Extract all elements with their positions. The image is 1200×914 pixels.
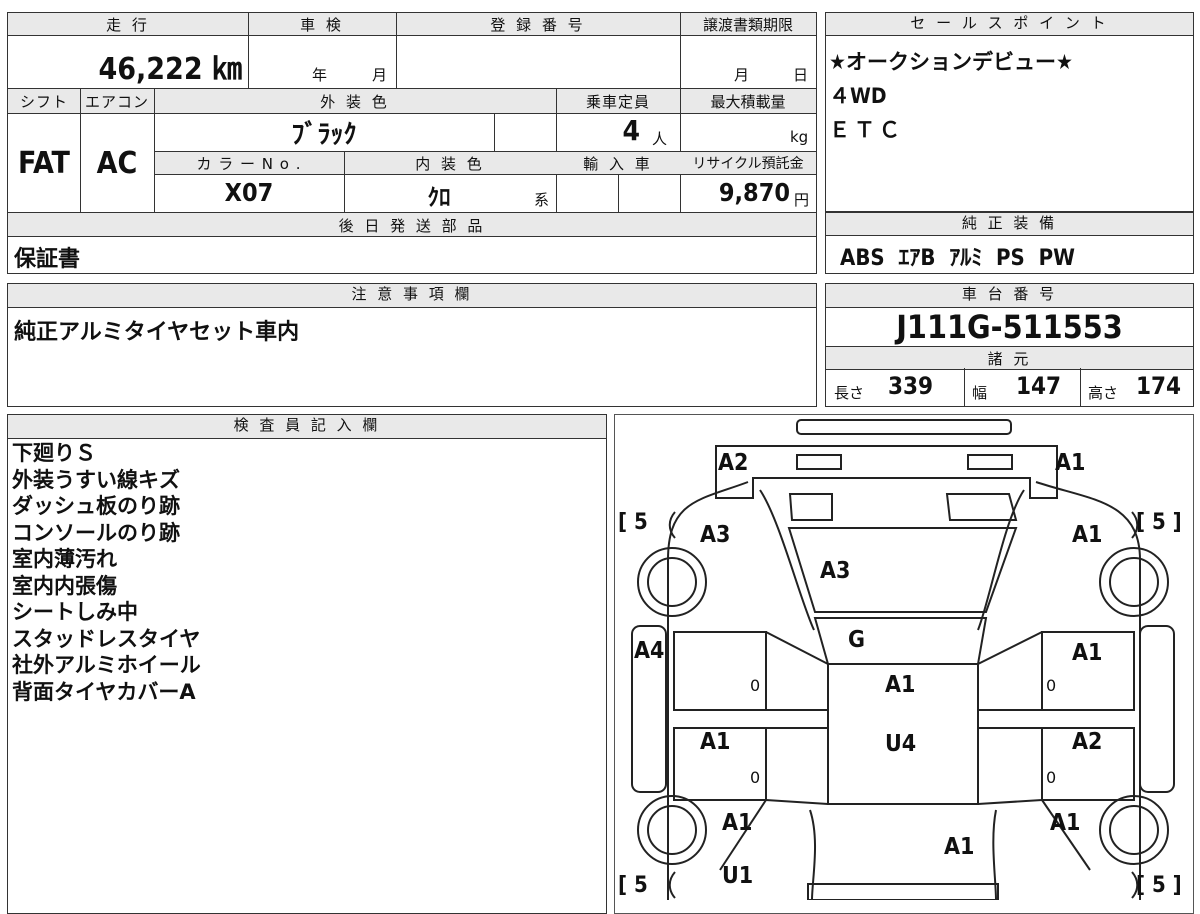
- color-no-value: X07: [224, 178, 274, 207]
- height-label: 高さ: [1088, 384, 1119, 402]
- inspector-notes: 下廻りＳ 外装うすい線キズ ダッシュ板のり跡 コンソールのり跡 室内薄汚れ 室内…: [12, 440, 201, 705]
- mark-left-front-fender: A1: [722, 810, 753, 836]
- interior-color-value: ｸﾛ: [427, 185, 451, 211]
- chassis-number: J111G-511553: [896, 308, 1123, 346]
- mark-left-under: U1: [722, 863, 754, 889]
- sales-point-label: セ ー ル ス ポ イ ン ト: [826, 13, 1193, 36]
- inspector-note: シートしみ中: [12, 600, 138, 624]
- door-zero-lr: 0: [750, 676, 761, 695]
- capacity-unit: 人: [652, 130, 668, 148]
- caution-value: 純正アルミタイヤセット車内: [14, 320, 300, 345]
- equipment-label: 純 正 装 備: [826, 213, 1193, 236]
- inspector-note: 下廻りＳ: [12, 441, 96, 465]
- shift-label: シフト: [19, 93, 68, 111]
- shift-value: FAT: [18, 146, 70, 181]
- transfer-day: 日: [793, 66, 809, 84]
- inspector-note: スタッドレスタイヤ: [12, 626, 201, 651]
- inspector-note: 社外アルミホイール: [12, 653, 201, 677]
- inspector-label: 検 査 員 記 入 欄: [8, 415, 606, 439]
- mark-rear-glass: A3: [820, 558, 851, 584]
- width-value: 147: [1016, 372, 1062, 400]
- chassis-label: 車 台 番 号: [826, 284, 1193, 308]
- sales-point-3: ＥＴＣ: [829, 118, 904, 142]
- inspector-note: 外装うすい線キズ: [12, 467, 180, 492]
- recycle-deposit-value: 9,870: [718, 178, 790, 207]
- mark-rear-right: A1: [1055, 450, 1086, 476]
- spec-label: 諸 元: [987, 350, 1032, 368]
- recycle-deposit-label: リサイクル預託金: [692, 156, 804, 172]
- inspector-note: 室内内張傷: [12, 573, 117, 598]
- shaken-year: 年: [312, 66, 328, 84]
- door-zero-rr: 0: [1046, 676, 1057, 695]
- mark-right-front-fender: A1: [1050, 810, 1081, 836]
- later-parts-label: 後 日 発 送 部 品: [338, 217, 486, 235]
- inspector-note: 室内薄汚れ: [12, 547, 117, 571]
- mark-right-rear-door: A1: [1072, 640, 1103, 666]
- mark-rear-left-quarter: A3: [700, 522, 731, 548]
- sales-point-1: ★オークションデビュー★: [829, 50, 1073, 74]
- transfer-month: 月: [734, 66, 750, 84]
- shaken-label: 車 検: [300, 16, 344, 34]
- door-zero-rf: 0: [1046, 768, 1057, 787]
- import-label: 輸 入 車: [583, 155, 653, 173]
- max-load-unit: kg: [790, 128, 809, 146]
- recycle-deposit-unit: 円: [794, 191, 810, 209]
- length-label: 長さ: [834, 384, 865, 402]
- exterior-color-value: ﾌﾞﾗｯｸ: [291, 120, 357, 150]
- mark-right-front-door: A2: [1072, 729, 1103, 755]
- mark-floor: U4: [885, 731, 917, 757]
- tire-bottom-left: [ 5: [618, 873, 648, 898]
- mark-roof: A1: [885, 672, 916, 698]
- mark-roof-rear: G: [848, 627, 865, 653]
- equipment-value: ABS ｴｱB ｱﾙﾐ PS PW: [840, 246, 1075, 271]
- interior-color-suffix: 系: [534, 191, 550, 209]
- sales-point-panel: [825, 12, 1194, 212]
- aircon-value: AC: [96, 146, 138, 181]
- tire-top-left: [ 5: [618, 510, 648, 535]
- max-load-label: 最大積載量: [710, 93, 786, 111]
- tire-top-right: [ 5 ]: [1136, 510, 1182, 535]
- length-value: 339: [888, 372, 934, 400]
- capacity-label: 乗車定員: [585, 93, 650, 111]
- mileage-label: 走 行: [106, 16, 150, 34]
- inspector-note: 背面タイヤカバーA: [12, 679, 196, 704]
- width-label: 幅: [972, 384, 988, 402]
- car-diagram: [631, 419, 1175, 900]
- mileage-value: 46,222 ㎞: [98, 52, 242, 87]
- capacity-value: 4: [622, 114, 640, 147]
- inspector-note: コンソールのり跡: [12, 520, 180, 545]
- caution-label: 注 意 事 項 欄: [8, 284, 816, 308]
- interior-color-label: 内 装 色: [415, 155, 485, 173]
- later-parts-value: 保証書: [14, 247, 81, 272]
- mark-hood: A1: [944, 834, 975, 860]
- shaken-month: 月: [372, 66, 388, 84]
- inspector-note: ダッシュ板のり跡: [12, 494, 180, 518]
- reg-no-label: 登 録 番 号: [490, 16, 586, 34]
- tire-bottom-right: [ 5 ]: [1136, 873, 1182, 898]
- aircon-label: エアコン: [84, 93, 149, 111]
- height-value: 174: [1136, 372, 1182, 400]
- sales-point-2: ４WD: [829, 84, 887, 108]
- mark-rear-right-quarter: A1: [1072, 522, 1103, 548]
- exterior-color-label: 外 装 色: [320, 93, 390, 111]
- mark-rear-left: A2: [718, 450, 749, 476]
- color-no-label: カ ラ ー N o .: [196, 155, 302, 173]
- transfer-deadline-label: 譲渡書類期限: [702, 16, 793, 34]
- mark-left-rear-door: A4: [634, 638, 665, 664]
- door-zero-lf: 0: [750, 768, 761, 787]
- mark-left-front-door: A1: [700, 729, 731, 755]
